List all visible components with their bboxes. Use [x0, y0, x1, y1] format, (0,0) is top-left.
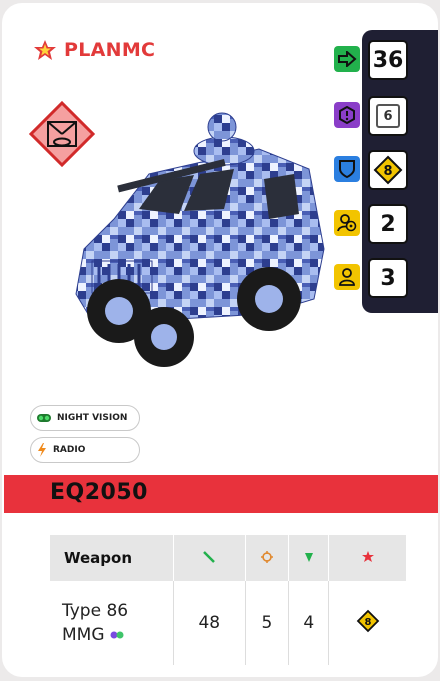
stat-defense-number: 8 — [383, 164, 392, 179]
range-column-header — [173, 535, 246, 581]
stat-crew: 3 — [332, 258, 436, 298]
stat-movement: 36 — [332, 40, 436, 80]
stat-crew-driver: 2 — [332, 204, 436, 244]
burst-icon — [361, 551, 374, 562]
trait-night-vision: NIGHT VISION — [30, 405, 140, 431]
stat-defense: 8 — [332, 150, 436, 190]
trait-radio: RADIO — [30, 437, 140, 463]
weapon-column-header: Weapon — [50, 535, 174, 581]
stat-armor-number: 6 — [376, 104, 400, 128]
weapons-table: Weapon Type 86 MMG 48 5 4 8 — [50, 535, 406, 665]
faction-name: PLANMC — [64, 39, 156, 61]
stat-defense-value: 8 — [368, 150, 408, 190]
crew-person-icon — [334, 264, 360, 290]
stat-crew-value: 3 — [368, 258, 408, 298]
trait-label: NIGHT VISION — [57, 413, 128, 423]
unit-name-banner: EQ2050 — [4, 475, 438, 513]
penetration-column-header — [288, 535, 329, 581]
armor-alert-icon — [334, 102, 360, 128]
crew-driver-icon — [334, 210, 360, 236]
lightning-icon — [38, 443, 46, 457]
special-column-header — [328, 535, 406, 581]
special-diamond-icon: 8 — [356, 609, 379, 632]
weapon-accuracy: 5 — [244, 581, 289, 665]
defense-shield-icon — [334, 156, 360, 182]
stat-armor-value: 6 — [368, 96, 408, 136]
trait-label: RADIO — [53, 445, 86, 455]
unit-card: PLANMC 36 6 8 2 3 NIGHT VISION RADIO EQ2… — [2, 3, 438, 677]
vehicle-image — [75, 112, 325, 367]
weapon-special: 8 — [328, 581, 406, 665]
weapon-special-number: 8 — [364, 617, 371, 628]
stat-crew-driver-value: 2 — [368, 204, 408, 244]
crosshair-icon — [260, 551, 273, 563]
unit-name: EQ2050 — [50, 480, 148, 505]
stat-armor: 6 — [332, 96, 436, 136]
weapon-name: Type 86 MMG — [50, 581, 174, 665]
penetration-icon — [304, 553, 313, 562]
stats-panel: 36 6 8 2 3 — [334, 30, 438, 313]
goggles-icon — [37, 414, 51, 422]
accuracy-column-header — [244, 535, 289, 581]
weapons-header-row: Weapon — [50, 535, 406, 581]
stat-movement-value: 36 — [368, 40, 408, 80]
weapon-name-line1: Type 86 — [62, 601, 129, 621]
traits-list: NIGHT VISION RADIO — [30, 405, 140, 469]
range-icon — [203, 551, 216, 563]
faction-star-icon — [34, 40, 56, 60]
weapon-row: Type 86 MMG 48 5 4 8 — [50, 581, 406, 665]
weapon-name-line2: MMG — [62, 625, 105, 645]
weapon-penetration: 4 — [288, 581, 329, 665]
faction-header: PLANMC — [32, 39, 155, 61]
suppression-icon — [110, 631, 124, 639]
weapon-name-line2-wrap: MMG — [62, 623, 172, 647]
move-arrow-icon — [334, 46, 360, 72]
weapon-range: 48 — [173, 581, 246, 665]
